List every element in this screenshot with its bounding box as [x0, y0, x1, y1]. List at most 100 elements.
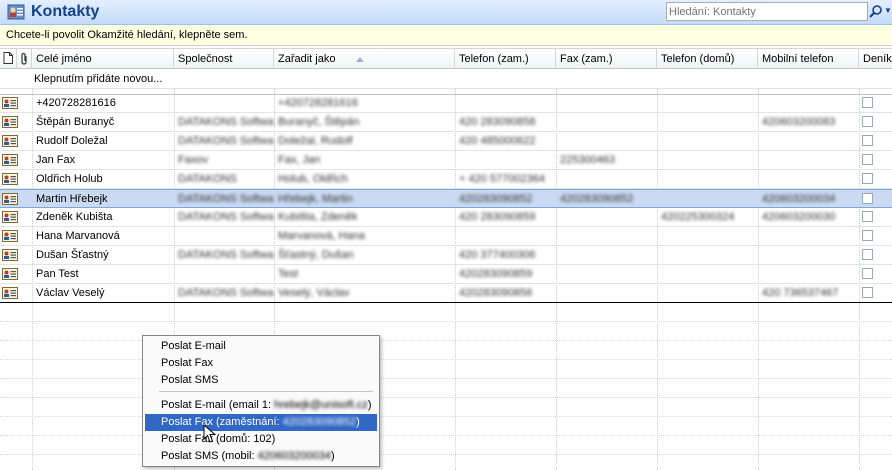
new-contact-prompt: Klepnutím přidáte novou... — [34, 73, 163, 85]
journal-icon[interactable] — [862, 154, 873, 165]
table-row[interactable]: +420728281616 +420728281616 — [0, 94, 892, 113]
table-row[interactable]: Martin Hřebejk DATAKONS Software... Hřebej… — [0, 189, 892, 208]
cell-fullname: Martin Hřebejk — [36, 193, 108, 205]
grid-line — [0, 340, 892, 341]
cell-home-phone — [657, 227, 758, 245]
contact-card-icon — [2, 116, 18, 128]
cell-work-fax — [556, 94, 657, 112]
search-icon[interactable] — [868, 4, 884, 20]
column-work-fax[interactable]: Fax (zam.) — [556, 49, 657, 69]
journal-icon[interactable] — [862, 135, 873, 146]
cell-fullname: Dušan Šťastný — [36, 249, 109, 261]
grid-line — [0, 321, 892, 322]
table-row[interactable]: Hana Marvanová Marvanová, Hana — [0, 227, 892, 246]
journal-icon[interactable] — [862, 116, 873, 127]
journal-icon[interactable] — [862, 230, 873, 241]
cell-company: DATAKONS Software... — [178, 287, 274, 299]
column-work-phone[interactable]: Telefon (zam.) — [455, 49, 556, 69]
cell-work-phone: 420283090856 — [459, 287, 533, 299]
cell-fileas: Buranyč, Štěpán — [278, 116, 360, 128]
title-bar: Kontakty ▼ — [0, 0, 892, 25]
search-input[interactable] — [669, 4, 839, 19]
column-mobile-phone[interactable]: Mobilní telefon — [758, 49, 859, 69]
column-home-phone[interactable]: Telefon (domů) — [657, 49, 758, 69]
journal-icon[interactable] — [862, 97, 873, 108]
table-row[interactable]: Jan Fax Faxov Fax, Jan 225300463 — [0, 151, 892, 170]
menu-send-fax[interactable]: Poslat Fax — [145, 355, 377, 372]
cell-mobile-phone — [758, 170, 859, 188]
menu-send-email[interactable]: Poslat E-mail — [145, 338, 377, 355]
menu-sms-prefix: Poslat SMS (mobil: — [161, 450, 258, 462]
column-fullname[interactable]: Celé jméno — [32, 49, 174, 69]
cell-work-phone — [455, 151, 556, 169]
table-row[interactable]: Zdeněk Kubišta DATAKONS Software... Kubišt… — [0, 208, 892, 227]
table-row[interactable]: Pan Test Test 420283090859 — [0, 265, 892, 284]
cell-fullname: Václav Veselý — [36, 287, 105, 299]
cell-work-fax — [556, 132, 657, 150]
new-contact-row[interactable]: Klepnutím přidáte novou... — [0, 69, 892, 89]
cell-company — [174, 265, 274, 283]
journal-icon[interactable] — [862, 193, 873, 204]
cell-mobile-phone: 420603200030 — [762, 211, 836, 223]
icon-column-header[interactable] — [0, 49, 17, 69]
cell-company: Faxov — [178, 154, 208, 166]
cell-mobile-phone — [758, 246, 859, 264]
cell-mobile-phone: 420603200034 — [762, 193, 836, 205]
cell-mobile-phone — [758, 227, 859, 245]
attachment-column-header[interactable] — [17, 49, 32, 69]
cell-fileas: Kubišta, Zdeněk — [278, 211, 358, 223]
cell-company: DATAKONS Software... — [178, 193, 274, 205]
cell-mobile-phone — [758, 265, 859, 283]
column-fileas[interactable]: Zařadit jako — [274, 49, 455, 69]
column-journal[interactable]: Deník — [859, 49, 892, 69]
journal-icon[interactable] — [862, 249, 873, 260]
cell-company: DATAKONS Software... — [178, 211, 274, 223]
table-row[interactable]: Oldřich Holub DATAKONS Holub, Oldřich + 420… — [0, 170, 892, 189]
menu-send-fax-home[interactable]: Poslat Fax (domů: 102) — [145, 431, 377, 448]
menu-send-sms[interactable]: Poslat SMS — [145, 372, 377, 389]
menu-send-sms-mobile[interactable]: Poslat SMS (mobil: 420603200034) — [145, 448, 377, 465]
journal-icon[interactable] — [862, 173, 873, 184]
contact-card-icon — [2, 97, 18, 109]
menu-send-email-1[interactable]: Poslat E-mail (email 1: hrebejk@unisoft.… — [145, 397, 377, 414]
sort-ascending-icon — [356, 57, 364, 62]
menu-send-fax-work[interactable]: Poslat Fax (zaměstnání: 420283090852) — [145, 414, 377, 431]
journal-icon[interactable] — [862, 211, 873, 222]
table-row[interactable]: Rudolf Doležal DATAKONS Software... Doleža… — [0, 132, 892, 151]
cell-work-fax — [556, 170, 657, 188]
cell-work-fax — [556, 227, 657, 245]
cell-fullname: Jan Fax — [36, 154, 76, 166]
table-row[interactable]: Václav Veselý DATAKONS Software... Veselý,… — [0, 284, 892, 303]
cell-fileas: Doležal, Rudolf — [278, 135, 353, 147]
contact-card-icon — [2, 211, 18, 223]
cell-home-phone — [657, 151, 758, 169]
cell-fileas: +420728281616 — [278, 97, 358, 109]
table-row[interactable]: Štěpán Buranyč DATAKONS Software... Burany… — [0, 113, 892, 132]
menu-email-suffix: ) — [367, 399, 372, 411]
chevron-down-icon[interactable]: ▼ — [884, 6, 892, 18]
search-box[interactable] — [666, 2, 868, 21]
cell-mobile-phone: 420603200083 — [762, 116, 836, 128]
grid-line — [0, 435, 892, 436]
list-end-line — [0, 302, 892, 303]
cell-home-phone: 420225300324 — [661, 211, 735, 223]
menu-sms-suffix: ) — [331, 450, 335, 462]
cell-fileas: Test — [278, 268, 299, 280]
document-icon — [3, 52, 13, 64]
cell-home-phone — [657, 132, 758, 150]
menu-fax-value: 420283090852 — [282, 416, 357, 428]
cell-mobile-phone: 420 736537467 — [762, 287, 839, 299]
column-company[interactable]: Společnost — [174, 49, 274, 69]
cell-work-phone: 420 485000622 — [459, 135, 536, 147]
cell-fileas: Veselý, Václav — [278, 287, 350, 299]
instant-search-infobar[interactable]: Chcete-li povolit Okamžité hledání, klep… — [0, 25, 892, 46]
journal-icon[interactable] — [862, 268, 873, 279]
mouse-cursor-icon — [203, 424, 217, 443]
paperclip-icon — [21, 52, 27, 65]
cell-home-phone — [657, 170, 758, 188]
cell-work-fax — [556, 208, 657, 226]
cell-fullname: Hana Marvanová — [36, 230, 120, 242]
contact-card-icon — [2, 193, 18, 205]
table-row[interactable]: Dušan Šťastný DATAKONS Software... Šťastný… — [0, 246, 892, 265]
journal-icon[interactable] — [862, 287, 873, 298]
